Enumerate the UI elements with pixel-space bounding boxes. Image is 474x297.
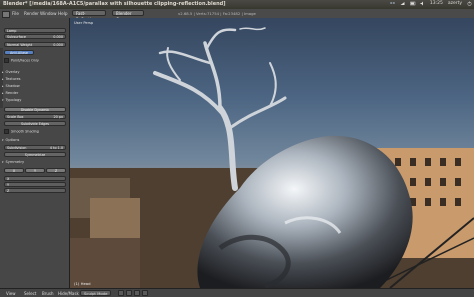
- dropbox-icon[interactable]: [389, 1, 395, 6]
- menu-view[interactable]: View: [6, 291, 16, 296]
- menu-brush[interactable]: Brush: [42, 291, 54, 296]
- pivot-icon[interactable]: [126, 290, 132, 296]
- panel-symmetry[interactable]: Symmetry: [2, 160, 25, 164]
- tile-x-field[interactable]: X: [4, 176, 66, 181]
- clock[interactable]: 13:25: [430, 1, 443, 6]
- tool-shelf: Lamp Subsurface 0.000 Normal Weight 0.000 …: [0, 18, 70, 288]
- panel-overlay[interactable]: Overlay: [2, 70, 20, 74]
- menu-file[interactable]: File: [12, 11, 19, 16]
- subsurface-field[interactable]: Subsurface 0.000: [4, 34, 66, 39]
- normal-weight-field[interactable]: Normal Weight 0.000: [4, 42, 66, 47]
- render-engine-selector[interactable]: Blender Game: [112, 10, 144, 22]
- network-icon[interactable]: [400, 1, 405, 6]
- window-title: Blender* [/media/168A-A1C5/parallax with…: [3, 1, 226, 7]
- subdivide-edges-button[interactable]: Subdivide Edges: [4, 121, 66, 126]
- layers-icon[interactable]: [134, 290, 140, 296]
- tile-y-field[interactable]: Y: [4, 182, 66, 187]
- editor-type-icon[interactable]: [2, 11, 10, 18]
- subdivision-label: Subdivision: [7, 146, 27, 150]
- scale-box-field[interactable]: Scale Box 20 px: [4, 114, 66, 119]
- panel-shadow[interactable]: Shadow: [2, 84, 20, 88]
- subdivision-field[interactable]: Subdivision 4 to 1.0: [4, 145, 66, 150]
- normal-weight-value: 0.000: [53, 43, 63, 47]
- subsurface-value: 0.000: [53, 35, 63, 39]
- disable-dynamic-button[interactable]: Disable Dynamic: [4, 107, 66, 112]
- menu-render[interactable]: Render: [24, 11, 39, 16]
- viewport-shading-icon[interactable]: [118, 290, 124, 296]
- volume-icon[interactable]: [420, 1, 425, 6]
- viewport-scene: [70, 27, 474, 288]
- scale-box-label: Scale Box: [7, 115, 24, 119]
- snap-icon[interactable]: [142, 290, 148, 296]
- panel-typology[interactable]: Typology: [2, 98, 22, 102]
- 3d-viewport[interactable]: User Persp (1) Head: [70, 18, 474, 288]
- lamp-label: Lamp: [7, 29, 17, 33]
- panel-options[interactable]: Options: [2, 138, 20, 142]
- anti-aliase-button[interactable]: Anti-Aliase: [4, 50, 34, 55]
- symmetry-z-button[interactable]: Z: [46, 168, 66, 173]
- menu-window[interactable]: Window: [40, 11, 57, 16]
- panel-render[interactable]: Render: [2, 91, 19, 95]
- panel-textures[interactable]: Textures: [2, 77, 21, 81]
- symmetry-y-button[interactable]: Y: [25, 168, 45, 173]
- menu-help[interactable]: Help: [58, 11, 68, 16]
- symmetry-x-button[interactable]: X: [4, 168, 24, 173]
- symmetrize-button[interactable]: Symmetrize: [4, 152, 66, 157]
- scene-stats: v2.68.5 | Verts:71754 | Fa:23482 | Image: [178, 11, 256, 16]
- smooth-shading-checkbox[interactable]: Smooth Shading: [4, 129, 39, 134]
- tile-z-label: Z: [7, 189, 10, 193]
- scale-box-value: 20 px: [53, 115, 63, 119]
- window-titlebar: Blender* [/media/168A-A1C5/parallax with…: [0, 0, 474, 9]
- system-tray: 13:25 azerty: [389, 1, 472, 6]
- tile-y-label: Y: [7, 183, 10, 187]
- tile-x-label: X: [7, 177, 10, 181]
- battery-icon[interactable]: [410, 1, 416, 6]
- user-name[interactable]: azerty: [448, 1, 462, 6]
- point-faces-checkbox[interactable]: Point/Faces Only: [4, 58, 39, 63]
- mode-selector[interactable]: Sculpt Mode: [80, 290, 112, 296]
- power-icon[interactable]: [467, 1, 472, 6]
- menu-select[interactable]: Select: [24, 291, 36, 296]
- layout-selector[interactable]: Fast-Reflections: [72, 10, 106, 22]
- subdivision-value: 4 to 1.0: [49, 146, 63, 150]
- viewport-view-label: User Persp: [74, 21, 94, 25]
- subsurface-label: Subsurface: [7, 35, 26, 39]
- active-object-label: (1) Head: [74, 281, 91, 286]
- menu-hide-mask[interactable]: Hide/Mask: [58, 291, 79, 296]
- lamp-field[interactable]: Lamp: [4, 28, 66, 33]
- normal-weight-label: Normal Weight: [7, 43, 33, 47]
- tile-z-field[interactable]: Z: [4, 188, 66, 193]
